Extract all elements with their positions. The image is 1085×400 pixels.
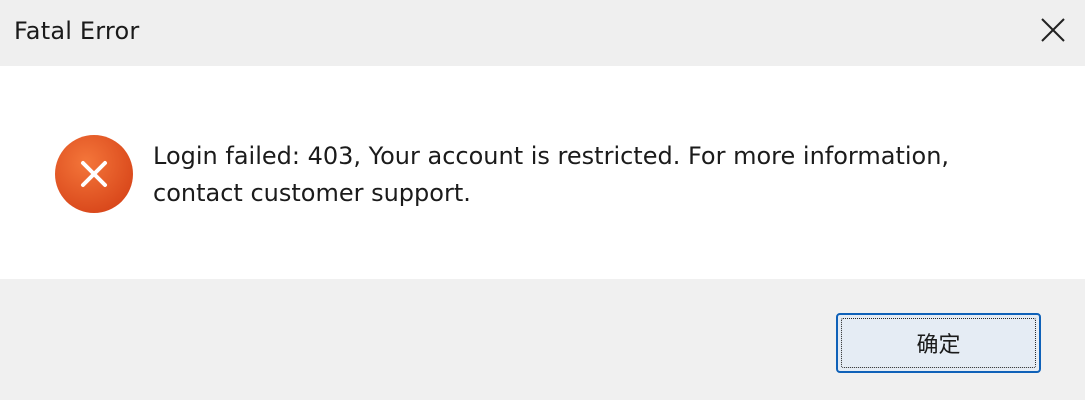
window-title: Fatal Error	[14, 17, 140, 45]
error-dialog: Fatal Error Login failed: 403, Your acco…	[0, 0, 1085, 400]
close-icon	[1041, 18, 1065, 42]
close-button[interactable]	[1029, 6, 1077, 54]
ok-button[interactable]: 确定	[836, 313, 1041, 373]
error-message: Login failed: 403, Your account is restr…	[153, 142, 950, 207]
title-bar: Fatal Error	[0, 0, 1085, 66]
error-icon	[55, 135, 133, 213]
ok-button-label: 确定	[916, 333, 961, 358]
message-area: Login failed: 403, Your account is restr…	[0, 66, 1085, 279]
